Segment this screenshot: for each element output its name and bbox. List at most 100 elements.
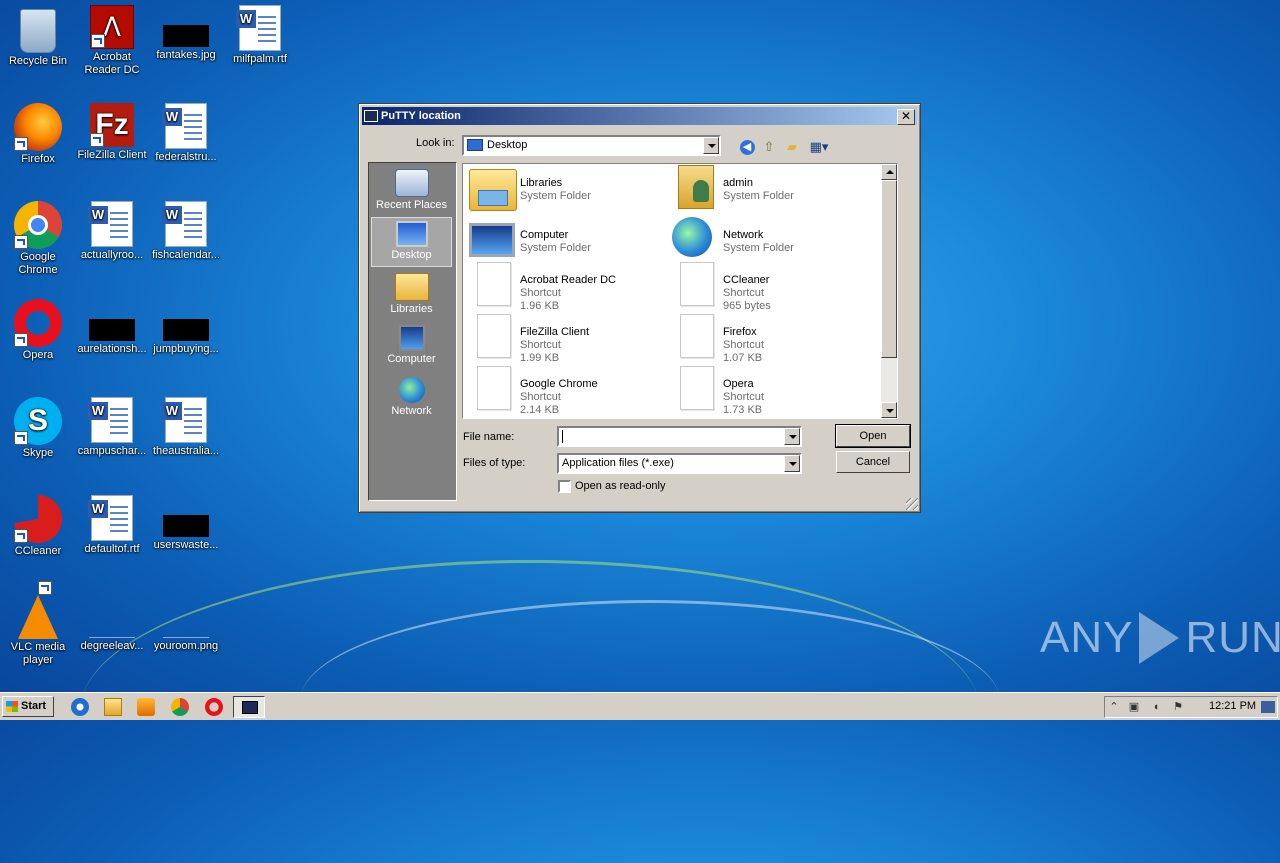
file-list-item[interactable]: Opera Shortcut 1.73 KB xyxy=(668,362,868,416)
place-recent-places[interactable]: Recent Places xyxy=(371,165,452,215)
computer-icon xyxy=(398,325,425,351)
file-list-item[interactable]: FileZilla Client Shortcut 1.99 KB xyxy=(465,310,665,364)
file-list-item[interactable]: admin System Folder xyxy=(668,164,868,213)
scroll-thumb[interactable] xyxy=(881,180,897,358)
desktop-icon-label: theaustralia... xyxy=(152,445,220,457)
desktop-icon-item[interactable]: Google Chrome xyxy=(0,201,76,277)
word-doc-icon: W xyxy=(236,5,281,51)
shortcut-file-icon xyxy=(477,314,511,358)
read-only-label[interactable]: Open as read-only xyxy=(575,480,666,492)
desktop-icon-item[interactable]: Wfederalstru... xyxy=(148,103,224,164)
shortcut-arrow-icon xyxy=(14,235,28,249)
network-icon xyxy=(398,377,425,403)
desktop-icon-item[interactable]: Firefox xyxy=(0,103,76,166)
dialog-titlebar[interactable]: PuTTY location ✕ xyxy=(362,107,917,125)
desktop-icon-item[interactable]: Fz FileZilla Client xyxy=(74,103,150,162)
desktop-icon-item[interactable]: Opera xyxy=(0,299,76,362)
explorer-icon[interactable] xyxy=(104,698,122,716)
shortcut-arrow-icon xyxy=(91,34,105,48)
open-button[interactable]: Open xyxy=(835,424,911,448)
desktop-icon-item[interactable]: fantakes.jpg xyxy=(148,5,224,62)
desktop-icon-item[interactable]: Wactuallyroo... xyxy=(74,201,150,262)
recent-places-icon xyxy=(394,169,429,197)
chevron-down-icon[interactable] xyxy=(703,137,719,154)
view-menu-button[interactable]: ▦▾ xyxy=(806,137,832,157)
show-desktop-icon[interactable] xyxy=(1261,701,1275,713)
file-name: admin xyxy=(723,177,753,189)
chevron-down-icon[interactable] xyxy=(784,428,800,445)
file-name-value xyxy=(562,430,564,443)
desktop-icon-item[interactable]: CCleaner xyxy=(0,495,76,558)
chevron-down-icon[interactable] xyxy=(784,455,800,472)
new-folder-button[interactable]: ▰ xyxy=(782,137,802,157)
desktop-icon-item[interactable]: Wdefaultof.rtf xyxy=(74,495,150,556)
clock[interactable]: 12:21 PM xyxy=(1209,700,1256,712)
desktop-icon-item[interactable]: ᐱ Acrobat Reader DC xyxy=(74,5,150,77)
desktop-icon-item[interactable]: aurelationsh... xyxy=(74,299,150,356)
place-computer[interactable]: Computer xyxy=(371,321,452,371)
desktop-icon-item[interactable]: Wcampuschar... xyxy=(74,397,150,458)
desktop-icon-label: userswaste... xyxy=(153,539,219,551)
file-name-field[interactable] xyxy=(557,426,802,447)
desktop-icon-item[interactable]: degreeleav... xyxy=(74,593,150,653)
desktop-icon-item[interactable]: Wmilfpalm.rtf xyxy=(222,5,298,66)
firefox-icon xyxy=(14,103,62,151)
word-doc-icon: W xyxy=(162,103,207,149)
back-button[interactable]: ◀ xyxy=(737,137,757,157)
files-of-type-dropdown[interactable]: Application files (*.exe) xyxy=(557,453,802,474)
volume-icon[interactable]: ◖ xyxy=(1149,701,1163,713)
taskbar: Start ⌃ ▣ ◖ ⚑ 12:21 PM xyxy=(0,692,1280,720)
user-folder-icon xyxy=(678,165,714,209)
desktop-icon-item[interactable]: VLC media player xyxy=(0,581,76,667)
desktop-icon-item[interactable]: jumpbuying... xyxy=(148,299,224,356)
media-player-icon[interactable] xyxy=(137,698,155,716)
desktop-icon-item[interactable]: Recycle Bin xyxy=(0,5,76,68)
internet-explorer-icon[interactable] xyxy=(71,698,89,716)
file-name: FileZilla Client xyxy=(520,326,590,338)
opera-icon[interactable] xyxy=(205,698,223,716)
scroll-up-button[interactable] xyxy=(881,164,897,180)
desktop-icon-item[interactable]: Wfishcalendar... xyxy=(148,201,224,262)
file-size: 1.73 KB xyxy=(723,404,763,416)
network-icon xyxy=(672,217,712,257)
files-of-type-label: Files of type: xyxy=(463,457,526,469)
file-type: System Folder xyxy=(723,190,794,202)
vertical-scrollbar[interactable] xyxy=(881,164,897,418)
acrobat-icon: ᐱ xyxy=(90,5,134,49)
start-button[interactable]: Start xyxy=(2,696,54,717)
file-list-item[interactable]: Libraries System Folder xyxy=(465,164,665,213)
look-in-value: Desktop xyxy=(487,139,528,151)
chrome-icon[interactable] xyxy=(171,698,189,716)
place-network[interactable]: Network xyxy=(371,373,452,423)
desktop-icon-item[interactable]: userswaste... xyxy=(148,495,224,552)
shortcut-arrow-icon xyxy=(14,529,28,543)
close-button[interactable]: ✕ xyxy=(897,109,915,125)
show-hidden-icons-icon[interactable]: ⌃ xyxy=(1107,701,1121,713)
desktop-icon-item[interactable]: youroom.png xyxy=(148,593,224,653)
read-only-checkbox[interactable] xyxy=(558,480,571,493)
file-list-item[interactable]: Google Chrome Shortcut 2.14 KB xyxy=(465,362,665,416)
desktop-icon-label: Google Chrome xyxy=(18,251,58,276)
system-tray: ⌃ ▣ ◖ ⚑ 12:21 PM xyxy=(1104,696,1278,718)
desktop-icon-item[interactable]: Wtheaustralia... xyxy=(148,397,224,458)
look-in-dropdown[interactable]: Desktop xyxy=(462,135,721,156)
place-desktop[interactable]: Desktop xyxy=(371,217,452,267)
up-one-level-button[interactable]: ⇧ xyxy=(759,137,779,157)
cancel-button[interactable]: Cancel xyxy=(836,451,910,473)
resize-grip[interactable] xyxy=(906,498,918,510)
file-list-item[interactable]: Acrobat Reader DC Shortcut 1.96 KB xyxy=(465,258,665,312)
image-file-icon xyxy=(163,25,209,47)
network-status-icon[interactable]: ▣ xyxy=(1127,701,1141,713)
desktop-icon-item[interactable]: S Skype xyxy=(0,397,76,460)
anyrun-watermark: ANY RUN xyxy=(1040,612,1280,664)
shortcut-file-icon xyxy=(680,366,714,410)
taskbar-putty-button[interactable] xyxy=(233,696,265,718)
shortcut-arrow-icon xyxy=(38,581,52,595)
file-list-item[interactable]: CCleaner Shortcut 965 bytes xyxy=(668,258,868,312)
place-libraries[interactable]: Libraries xyxy=(371,269,452,319)
shortcut-file-icon xyxy=(477,262,511,306)
shortcut-arrow-icon xyxy=(14,137,28,151)
scroll-down-button[interactable] xyxy=(881,402,897,418)
file-list-item[interactable]: Firefox Shortcut 1.07 KB xyxy=(668,310,868,364)
action-center-flag-icon[interactable]: ⚑ xyxy=(1171,701,1185,713)
